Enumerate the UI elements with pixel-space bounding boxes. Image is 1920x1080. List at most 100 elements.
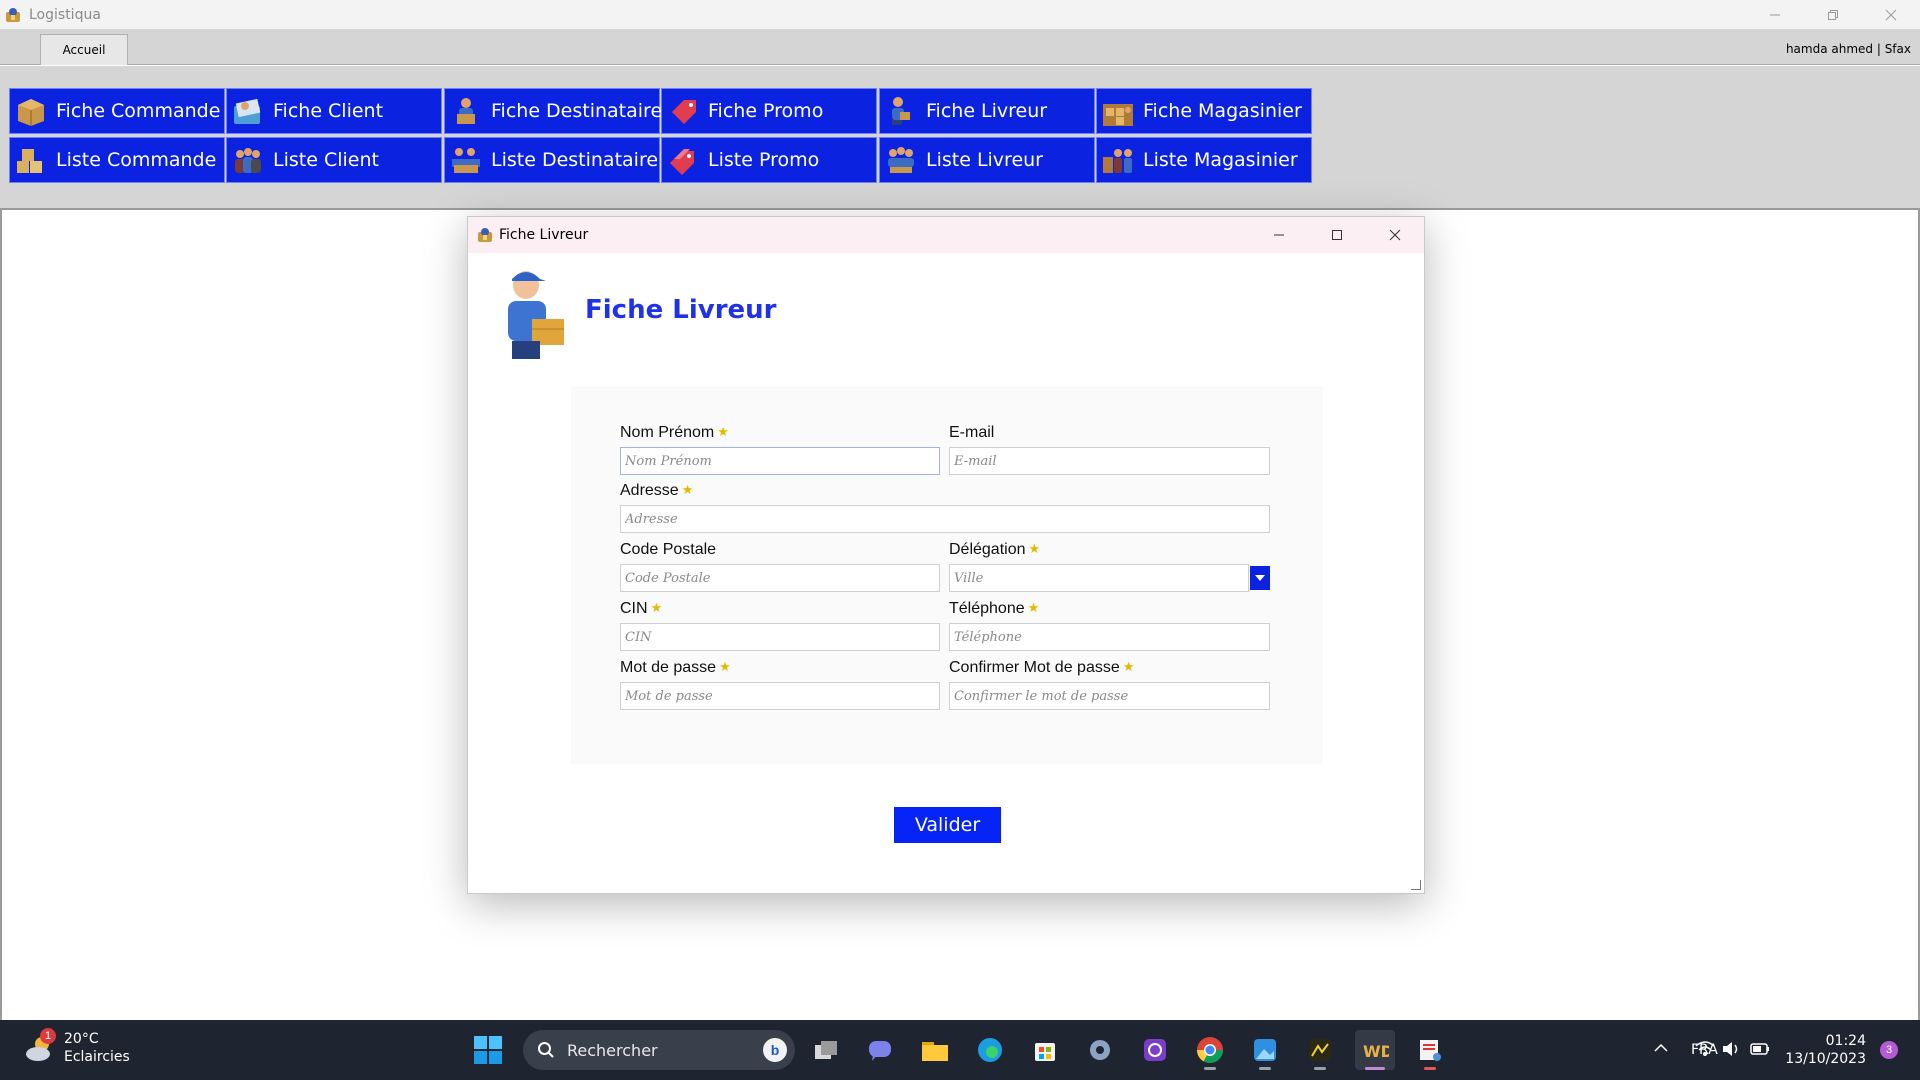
fiche-promo-button[interactable]: Fiche Promo [661, 88, 877, 134]
mot-de-passe-label: Mot de passe ★ [620, 659, 731, 676]
close-button[interactable] [1862, 0, 1920, 29]
nom-prenom-input[interactable] [620, 447, 940, 475]
liste-commande-button[interactable]: Liste Commande [9, 137, 225, 183]
file-explorer-button[interactable] [915, 1030, 955, 1070]
store-button[interactable] [1025, 1030, 1065, 1070]
chat-icon [869, 1041, 891, 1061]
edge-browser-button[interactable] [970, 1030, 1010, 1070]
delegation-label: Délégation ★ [949, 541, 1041, 558]
liste-promo-button[interactable]: Liste Promo [661, 137, 877, 183]
app-chart-button[interactable] [1300, 1030, 1340, 1070]
box-icon [18, 99, 44, 126]
weather-icon: 1 [22, 1028, 58, 1066]
dialog-maximize-button[interactable] [1308, 217, 1366, 253]
warehouse-team-icon [1103, 149, 1132, 173]
app-purple-button[interactable] [1135, 1030, 1175, 1070]
chevron-up-icon[interactable] [1654, 1043, 1668, 1053]
windows-start-icon[interactable] [472, 1034, 504, 1066]
window-controls [1746, 0, 1920, 29]
dialog-close-button[interactable] [1366, 217, 1424, 253]
fiche-client-button[interactable]: Fiche Client [226, 88, 442, 134]
chart-app-icon [1309, 1039, 1331, 1061]
fiche-commande-button[interactable]: Fiche Commande [9, 88, 225, 134]
mot-de-passe-input[interactable] [620, 682, 940, 710]
required-star-icon: ★ [1028, 541, 1041, 556]
client-card-icon [234, 98, 261, 124]
delegation-dropdown-button[interactable] [1250, 566, 1270, 590]
photos-button[interactable] [1245, 1030, 1285, 1070]
fiche-livreur-button[interactable]: Fiche Livreur [879, 88, 1095, 134]
nom-prenom-label: Nom Prénom ★ [620, 424, 729, 441]
telephone-label: Téléphone ★ [949, 600, 1040, 617]
settings-button[interactable] [1080, 1030, 1120, 1070]
taskbar-search[interactable]: Rechercher b [523, 1030, 795, 1070]
form-panel: Nom Prénom★ E-mail Adresse★ Code Postale… [571, 386, 1323, 764]
email-input[interactable] [949, 447, 1270, 475]
weather-alert-badge: 1 [40, 1028, 56, 1044]
clock[interactable]: 01:24 13/10/2023 [1785, 1032, 1866, 1068]
chrome-icon [1196, 1037, 1224, 1064]
code-postale-input[interactable] [620, 564, 940, 592]
code-postale-label: Code Postale [620, 541, 717, 558]
restore-button[interactable] [1804, 0, 1862, 29]
tab-accueil[interactable]: Accueil [40, 34, 128, 65]
telephone-input[interactable] [949, 623, 1270, 651]
email-label: E-mail [949, 424, 995, 441]
restore-icon [1828, 9, 1838, 20]
battery-icon[interactable] [1748, 1040, 1770, 1058]
liste-magasinier-button[interactable]: Liste Magasinier [1096, 137, 1312, 183]
minimize-button[interactable] [1746, 0, 1804, 29]
windev-button[interactable]: WD [1355, 1030, 1395, 1070]
dialog-heading: Fiche Livreur [585, 295, 777, 325]
bing-icon[interactable]: b [763, 1038, 787, 1062]
fiche-magasinier-button[interactable]: Fiche Magasinier [1096, 88, 1312, 134]
ribbon-bar: Accueil hamda ahmed | Sfax [0, 29, 1920, 65]
valider-button[interactable]: Valider [894, 807, 1001, 843]
notification-badge[interactable]: 3 [1880, 1041, 1898, 1059]
cin-input[interactable] [620, 623, 940, 651]
running-indicator [1204, 1067, 1216, 1070]
active-indicator [1365, 1067, 1385, 1070]
confirmer-mot-de-passe-input[interactable] [949, 682, 1270, 710]
liste-livreur-button[interactable]: Liste Livreur [879, 137, 1095, 183]
delegation-select[interactable] [949, 564, 1249, 592]
resize-grip[interactable] [1411, 880, 1421, 890]
cin-label: CIN ★ [620, 600, 663, 617]
adresse-input[interactable] [620, 505, 1270, 533]
photos-icon [1254, 1039, 1276, 1061]
app-logo-icon [478, 228, 492, 242]
fiche-destinataire-button[interactable]: Fiche Destinataire [444, 88, 662, 134]
app-tool-button[interactable] [1410, 1030, 1450, 1070]
minimize-icon [1770, 14, 1780, 15]
warehouse-icon [1103, 104, 1133, 126]
liste-client-button[interactable]: Liste Client [226, 137, 442, 183]
dialog-titlebar[interactable]: Fiche Livreur [468, 217, 1424, 253]
close-icon [1885, 9, 1897, 20]
chrome-button[interactable] [1190, 1030, 1230, 1070]
promo-tag-icon [672, 100, 696, 124]
dialog-minimize-button[interactable] [1250, 217, 1308, 253]
delivery-man-icon [892, 97, 910, 125]
delivery-team-icon [888, 147, 914, 173]
windev-icon: WD [1363, 1042, 1389, 1061]
delivery-man-icon [508, 271, 564, 359]
teams-chat-button[interactable] [860, 1030, 900, 1070]
search-icon [538, 1042, 554, 1058]
clients-group-icon [235, 148, 261, 173]
required-star-icon: ★ [717, 424, 729, 439]
app-title: Logistiqua [29, 6, 101, 23]
fiche-livreur-dialog: Fiche Livreur Fiche Livreur Nom Prénom ★ … [467, 216, 1425, 894]
weather-widget[interactable]: 1 20°C Eclaircies [22, 1028, 130, 1066]
maximize-icon [1332, 230, 1342, 240]
running-indicator [1424, 1067, 1436, 1070]
wifi-icon[interactable] [1695, 1040, 1715, 1058]
volume-icon[interactable] [1721, 1040, 1741, 1058]
running-indicator [1314, 1067, 1326, 1070]
chevron-down-icon [1255, 575, 1265, 581]
svg-text:WD: WD [1363, 1042, 1389, 1061]
folder-icon [922, 1042, 948, 1061]
promo-tags-icon [670, 149, 694, 175]
liste-destinataire-button[interactable]: Liste Destinataire [444, 137, 660, 183]
boxes-icon [17, 149, 42, 173]
task-view-button[interactable] [806, 1030, 846, 1070]
